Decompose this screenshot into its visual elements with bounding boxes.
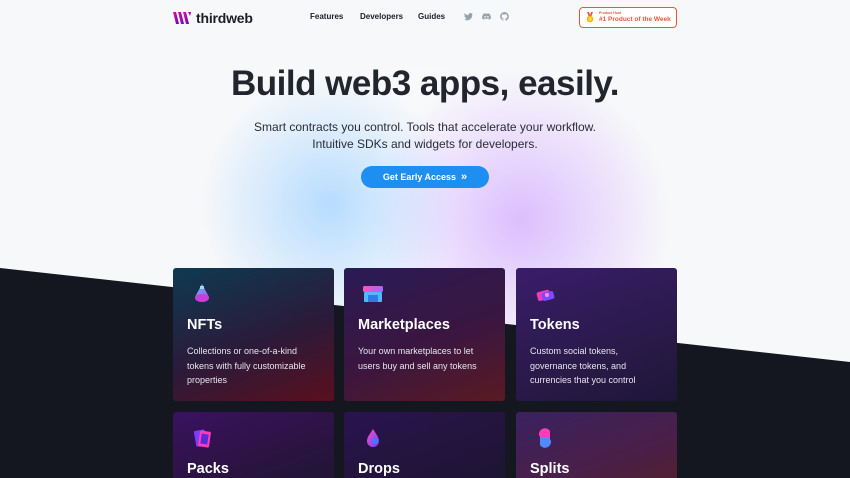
card-title: Drops — [358, 461, 400, 477]
pack-icon — [193, 429, 211, 448]
badge-caption: Product Hunt — [599, 11, 622, 15]
feature-card-nfts[interactable]: NFTs Collections or one-of-a-kind tokens… — [173, 268, 334, 401]
nav-developers[interactable]: Developers — [360, 12, 403, 21]
github-icon[interactable] — [500, 12, 509, 21]
split-icon — [538, 428, 552, 448]
card-title: Marketplaces — [358, 317, 450, 333]
brand-name: thirdweb — [196, 10, 253, 26]
nav-features[interactable]: Features — [310, 12, 343, 21]
hero-title: Build web3 apps, easily. — [230, 64, 620, 103]
card-description: Custom social tokens, governance tokens,… — [530, 346, 636, 385]
badge-title: #1 Product of the Week — [599, 15, 671, 23]
discord-icon[interactable] — [482, 12, 491, 21]
double-chevron-right-icon: » — [461, 171, 468, 183]
feature-card-drops[interactable]: Drops — [344, 412, 505, 478]
feature-card-splits[interactable]: Splits — [516, 412, 677, 478]
hero-subtitle-line-1: Smart contracts you control. Tools that … — [254, 120, 596, 134]
card-title: NFTs — [187, 317, 223, 333]
brand-logo[interactable]: thirdweb — [173, 10, 253, 26]
twitter-icon[interactable] — [464, 12, 473, 21]
hero-subtitle-line-2: Intuitive SDKs and widgets for developer… — [312, 137, 538, 151]
nav-guides[interactable]: Guides — [418, 12, 445, 21]
top-header: thirdweb Features Developers Guides Prod… — [0, 0, 850, 36]
get-early-access-button[interactable]: Get Early Access » — [361, 166, 489, 188]
card-title: Tokens — [530, 317, 580, 333]
card-title: Splits — [530, 461, 570, 477]
store-icon — [363, 286, 383, 302]
product-hunt-badge[interactable]: Product Hunt #1 Product of the Week — [579, 7, 677, 28]
feature-card-marketplaces[interactable]: Marketplaces Your own marketplaces to le… — [344, 268, 505, 401]
nft-drop-icon — [195, 284, 209, 302]
drop-icon — [367, 429, 379, 447]
token-cards-icon — [536, 289, 555, 301]
thirdweb-logo-icon — [173, 12, 191, 24]
card-description: Collections or one-of-a-kind tokens with… — [187, 346, 306, 385]
hero-subtitle: Smart contracts you control. Tools that … — [0, 119, 850, 153]
card-title: Packs — [187, 461, 229, 477]
feature-card-packs[interactable]: Packs — [173, 412, 334, 478]
card-description: Your own marketplaces to let users buy a… — [358, 346, 477, 371]
medal-icon — [586, 12, 594, 23]
feature-card-tokens[interactable]: Tokens Custom social tokens, governance … — [516, 268, 677, 401]
cta-label: Get Early Access — [382, 172, 457, 182]
